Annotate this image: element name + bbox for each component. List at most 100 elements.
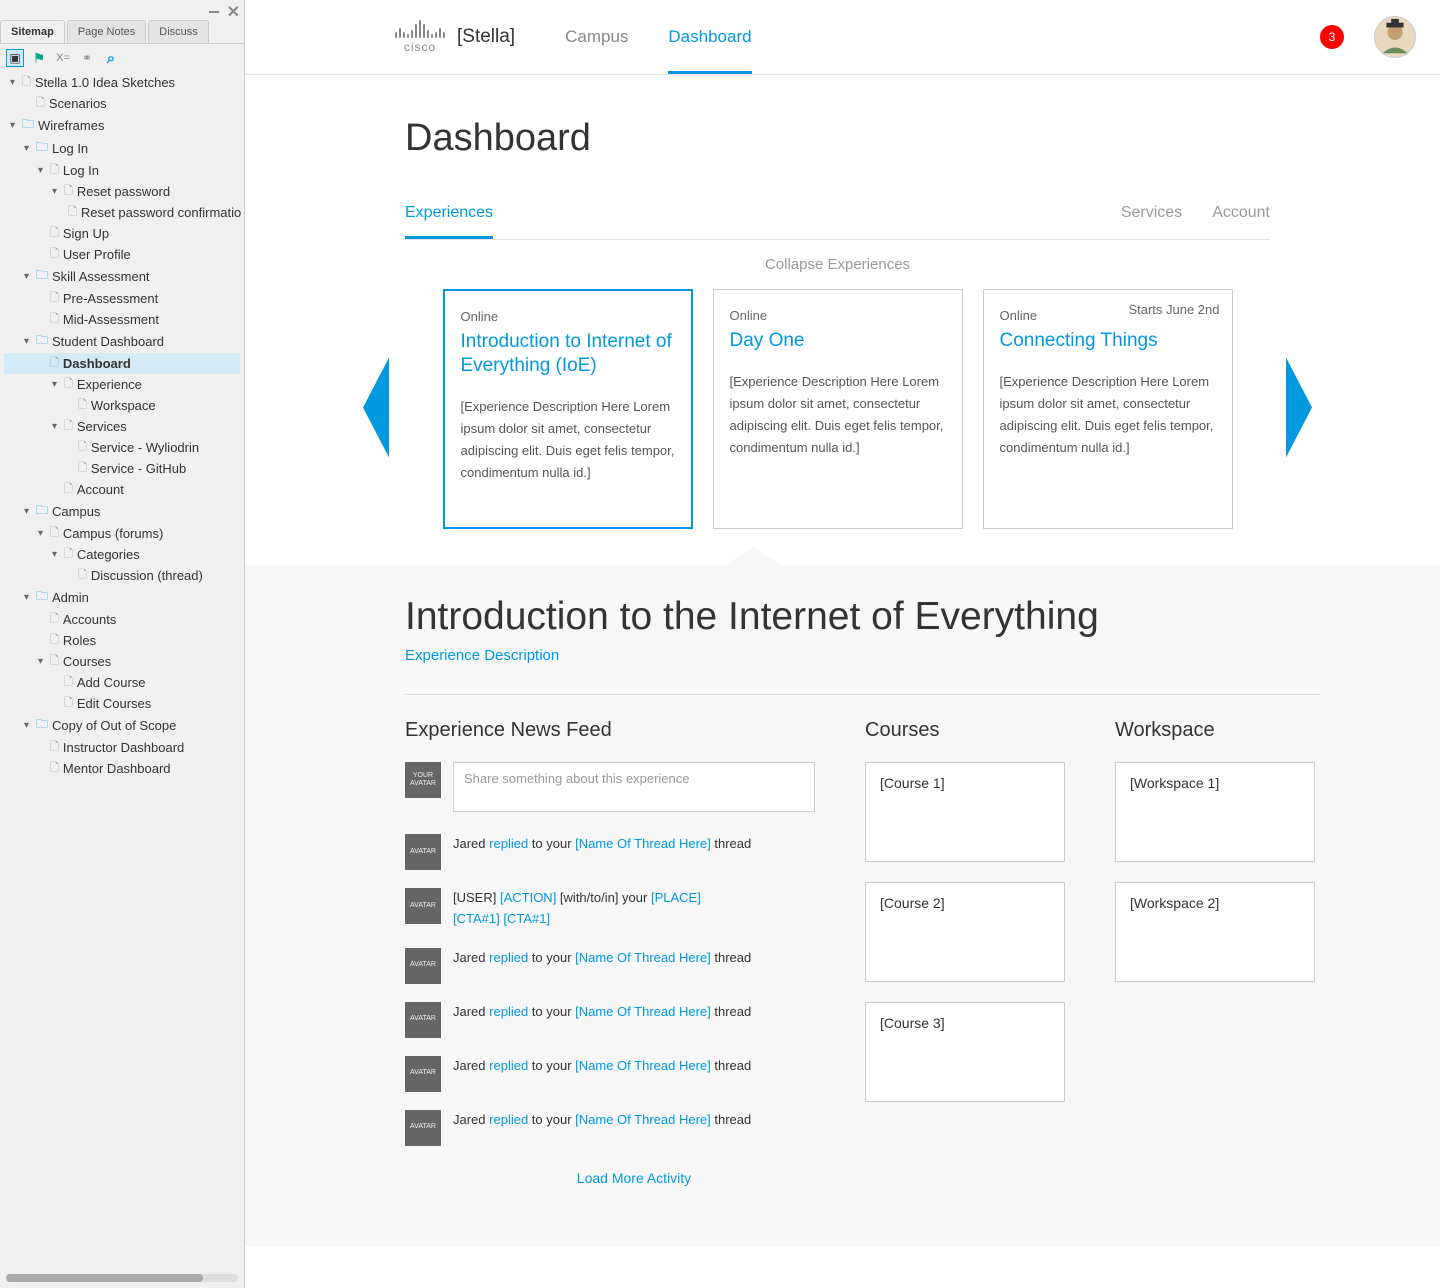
chevron-left-icon[interactable] [363,358,389,461]
user-avatar[interactable] [1374,16,1416,58]
tree-label: Service - Wyliodrin [91,440,199,455]
workspace-column: Workspace [Workspace 1] [Workspace 2] [1115,719,1315,1186]
tree-node[interactable]: 🗋User Profile [4,244,240,265]
feed-action-link[interactable]: replied [489,836,528,851]
feed-heading: Experience News Feed [405,719,815,742]
tree-node[interactable]: 🗋Discussion (thread) [4,565,240,586]
tree-node[interactable]: 🗋Add Course [4,672,240,693]
feed-place-link[interactable]: [Name Of Thread Here] [575,1112,711,1127]
sidebar-scrollbar[interactable] [6,1274,238,1282]
workspace-box[interactable]: [Workspace 1] [1115,762,1315,862]
feed-action-link[interactable]: replied [489,950,528,965]
card-desc: [Experience Description Here Lorem ipsum… [461,396,675,484]
tree-label: Service - GitHub [91,461,186,476]
tree-node[interactable]: ▾🗋Stella 1.0 Idea Sketches [4,72,240,93]
tree-node[interactable]: ▾🗋Experience [4,374,240,395]
course-box[interactable]: [Course 1] [865,762,1065,862]
tree-node[interactable]: 🗋Service - Wyliodrin [4,437,240,458]
tree-node[interactable]: ▾🗀Skill Assessment [4,265,240,288]
folder-icon: 🗀 [36,715,48,736]
page-icon[interactable]: ▣ [6,49,24,67]
tree-node[interactable]: ▾🗋Categories [4,544,240,565]
feed-place-link[interactable]: [Name Of Thread Here] [575,1004,711,1019]
tree-node[interactable]: 🗋Mid-Assessment [4,309,240,330]
cisco-logo: cisco [395,20,445,54]
tree-node[interactable]: 🗋Account [4,479,240,500]
tab-page-notes[interactable]: Page Notes [67,20,146,43]
lock-icon[interactable]: ⚑ [30,49,48,67]
tree-node[interactable]: 🗋Dashboard [4,353,240,374]
experience-card[interactable]: Online Day One [Experience Description H… [713,289,963,529]
tree-node[interactable]: ▾🗋Log In [4,160,240,181]
tree-node[interactable]: ▾🗋Reset password [4,181,240,202]
feed-action-link[interactable]: replied [489,1058,528,1073]
subtab-experiences[interactable]: Experiences [405,194,493,239]
tree-node[interactable]: ▾🗋Services [4,416,240,437]
tree-node[interactable]: 🗋Sign Up [4,223,240,244]
tree-label: Add Course [77,675,146,690]
experience-description-link[interactable]: Experience Description [405,647,1320,664]
sitemap-tree: ▾🗋Stella 1.0 Idea Sketches🗋Scenarios▾🗀Wi… [0,72,244,783]
tree-node[interactable]: 🗋Accounts [4,609,240,630]
feed-text: Jared replied to your [Name Of Thread He… [453,834,751,855]
workspace-box[interactable]: [Workspace 2] [1115,882,1315,982]
close-icon[interactable]: ✕ [227,2,240,22]
tree-node[interactable]: ▾🗀Student Dashboard [4,330,240,353]
feed-action-link[interactable]: replied [489,1004,528,1019]
feed-place-link[interactable]: [PLACE] [651,890,701,905]
tree-node[interactable]: 🗋Scenarios [4,93,240,114]
tree-node[interactable]: ▾🗋Courses [4,651,240,672]
folder-icon: 🗀 [36,501,48,522]
tree-node[interactable]: 🗋Pre-Assessment [4,288,240,309]
tab-sitemap[interactable]: Sitemap [0,20,65,43]
load-more-link[interactable]: Load More Activity [453,1170,815,1186]
feed-place-link[interactable]: [Name Of Thread Here] [575,1058,711,1073]
tree-node[interactable]: 🗋Reset password confirmatio [4,202,240,223]
subtab-account[interactable]: Account [1212,194,1270,239]
course-box[interactable]: [Course 2] [865,882,1065,982]
tree-label: Mentor Dashboard [63,761,171,776]
subtab-services[interactable]: Services [1121,194,1182,239]
feed-text: [USER] [ACTION] [with/to/in] your [PLACE… [453,888,701,930]
tree-node[interactable]: ▾🗀Wireframes [4,114,240,137]
feed-place-link[interactable]: [Name Of Thread Here] [575,950,711,965]
collapse-experiences-link[interactable]: Collapse Experiences [405,240,1270,283]
feed-text: Jared replied to your [Name Of Thread He… [453,1056,751,1077]
feed-cta-link[interactable]: [CTA#1] [453,911,500,926]
chevron-right-icon[interactable] [1286,358,1312,461]
tree-node[interactable]: 🗋Workspace [4,395,240,416]
tree-node[interactable]: 🗋Mentor Dashboard [4,758,240,779]
xequals-icon[interactable]: X= [54,49,72,67]
page-title: Dashboard [405,117,1270,160]
tree-node[interactable]: 🗋Roles [4,630,240,651]
tree-node[interactable]: ▾🗀Campus [4,500,240,523]
top-nav: Campus Dashboard [565,0,751,74]
tree-node[interactable]: ▾🗀Log In [4,137,240,160]
experience-card[interactable]: Online Starts June 2nd Connecting Things… [983,289,1233,529]
link-icon[interactable]: ⚭ [78,49,96,67]
tree-node[interactable]: ▾🗀Copy of Out of Scope [4,714,240,737]
page-icon: 🗋 [64,417,73,436]
tree-node[interactable]: ▾🗋Campus (forums) [4,523,240,544]
tree-node[interactable]: 🗋Service - GitHub [4,458,240,479]
tree-node[interactable]: 🗋Instructor Dashboard [4,737,240,758]
course-box[interactable]: [Course 3] [865,1002,1065,1102]
search-icon[interactable]: ⌕ [102,49,120,67]
tree-node[interactable]: 🗋Edit Courses [4,693,240,714]
notification-badge[interactable]: 3 [1320,25,1344,49]
experience-card[interactable]: Online Introduction to Internet of Every… [443,289,693,529]
page-icon: 🗋 [50,289,59,308]
feed-action-link[interactable]: replied [489,1112,528,1127]
nav-dashboard[interactable]: Dashboard [668,0,751,74]
tab-discuss[interactable]: Discuss [148,20,209,43]
page-icon: 🗋 [64,694,73,713]
nav-campus[interactable]: Campus [565,0,628,74]
feed-place-link[interactable]: [Name Of Thread Here] [575,836,711,851]
minimize-icon[interactable] [209,11,219,13]
tree-node[interactable]: ▾🗀Admin [4,586,240,609]
feed-text: Jared replied to your [Name Of Thread He… [453,1002,751,1023]
feed-cta-link[interactable]: [CTA#1] [503,911,550,926]
folder-icon: 🗀 [36,266,48,287]
share-input[interactable]: Share something about this experience [453,762,815,812]
feed-action-link[interactable]: [ACTION] [500,890,556,905]
